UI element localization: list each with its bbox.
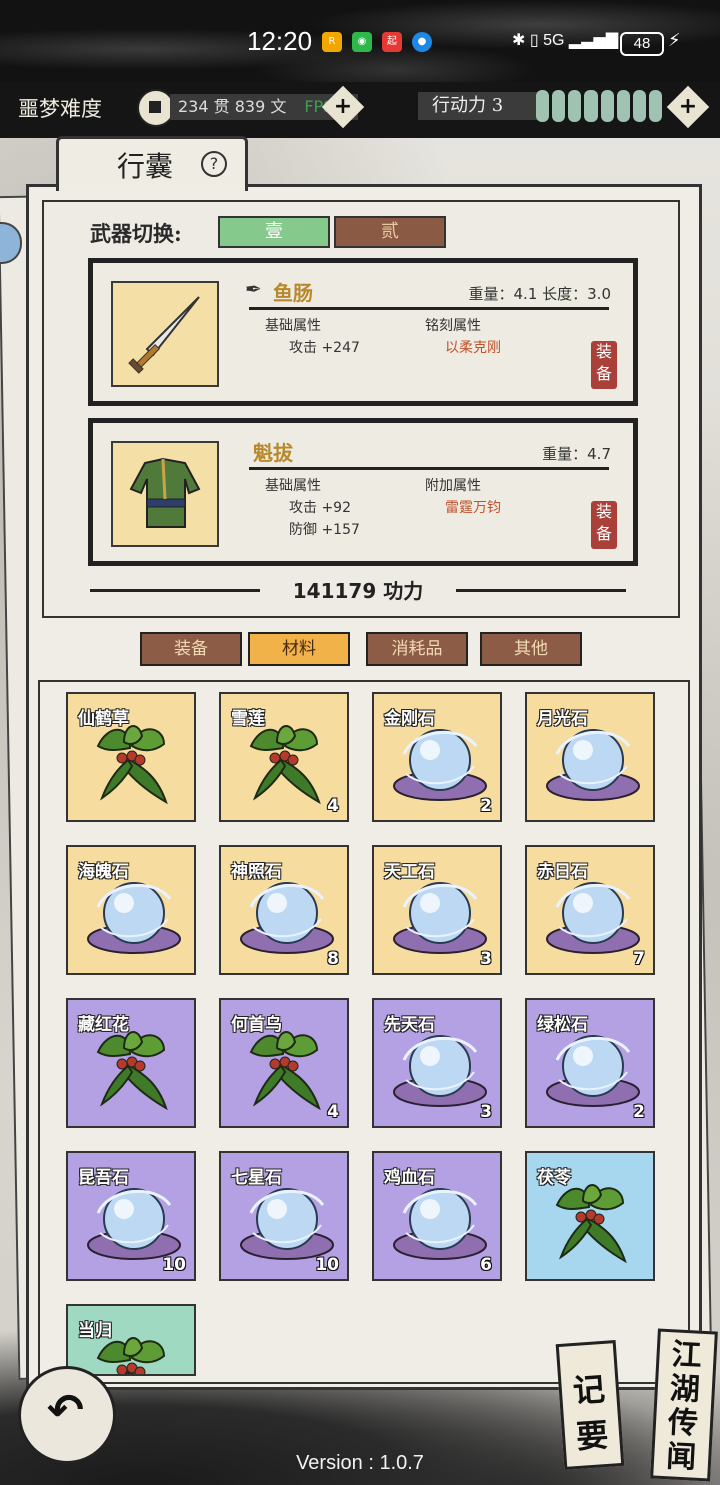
base-attr-label: 基础属性: [265, 478, 321, 494]
base-attr-label: 基础属性: [265, 318, 321, 334]
divider: [249, 467, 609, 470]
item-quantity: 4: [327, 796, 339, 816]
power-total: 141179 功力: [60, 575, 656, 604]
item-quantity: 6: [480, 1255, 492, 1275]
armor-name: 魁拔: [253, 441, 293, 465]
item-name: 七星石: [231, 1168, 282, 1188]
weapon-switch-label: 武器切换:: [90, 221, 182, 246]
notes-button[interactable]: 记要: [555, 1340, 625, 1470]
armor-defense: 防御 +157: [289, 522, 360, 538]
brush-icon: ✒: [245, 277, 262, 301]
tab-others[interactable]: 其他: [480, 632, 582, 666]
app-notification-icon: R: [322, 32, 342, 52]
item-name: 当归: [78, 1321, 112, 1341]
item-slot[interactable]: 先天石 3: [372, 998, 502, 1128]
weapon-name: 鱼肠: [273, 281, 313, 305]
item-slot[interactable]: 金刚石 2: [372, 692, 502, 822]
item-name: 天工石: [384, 862, 435, 882]
engrave-attr-label: 铭刻属性: [425, 318, 481, 334]
panel-title-tab: 行囊 ?: [56, 136, 248, 191]
item-name: 金刚石: [384, 709, 435, 729]
back-arrow-icon: ↶: [47, 1385, 84, 1436]
item-name: 神照石: [231, 862, 282, 882]
tab-equipment[interactable]: 装备: [140, 632, 242, 666]
weapon-tab-2[interactable]: 贰: [334, 216, 446, 248]
page-title: 行囊: [117, 150, 174, 183]
engrave-attr-value: 以柔克刚: [445, 340, 501, 356]
item-quantity: 2: [480, 796, 492, 816]
charging-icon: ⚡: [668, 30, 681, 51]
reader-app-icon: 起: [382, 32, 402, 52]
equip-stamp: 装备: [591, 341, 617, 389]
equip-stamp: 装备: [591, 501, 617, 549]
weapon-card[interactable]: ✒ 鱼肠 重量：4.1 长度：3.0 基础属性 攻击 +247 铭刻属性 以柔克…: [88, 258, 638, 406]
tab-consumables[interactable]: 消耗品: [366, 632, 468, 666]
item-quantity: 8: [327, 949, 339, 969]
item-slot[interactable]: 赤日石 7: [525, 845, 655, 975]
tab-materials[interactable]: 材料: [248, 632, 350, 666]
item-name: 月光石: [537, 709, 588, 729]
status-time: 12:20: [247, 26, 313, 56]
browser-icon: ●: [412, 32, 432, 52]
battery-indicator: 48: [620, 32, 664, 56]
item-quantity: 10: [315, 1255, 339, 1275]
item-name: 昆吾石: [78, 1168, 129, 1188]
item-name: 先天石: [384, 1015, 435, 1035]
weapon-tab-1[interactable]: 壹: [218, 216, 330, 248]
item-slot[interactable]: 茯苓: [525, 1151, 655, 1281]
item-name: 雪莲: [231, 709, 265, 729]
difficulty-label: 噩梦难度: [18, 97, 102, 121]
item-quantity: 4: [327, 1102, 339, 1122]
item-slot[interactable]: 雪莲 4: [219, 692, 349, 822]
status-bar: 12:20 R ◉ 起 ● ✱ ▯ 5G ▂▃▅▇ 48 ⚡: [0, 0, 720, 82]
item-slot[interactable]: 仙鹤草: [66, 692, 196, 822]
item-slot[interactable]: 神照石 8: [219, 845, 349, 975]
item-slot[interactable]: 天工石 3: [372, 845, 502, 975]
item-name: 鸡血石: [384, 1168, 435, 1188]
item-slot[interactable]: 藏红花: [66, 998, 196, 1128]
add-action-points-button[interactable]: +: [666, 85, 710, 129]
robe-icon: [111, 441, 219, 547]
back-button[interactable]: ↶: [18, 1366, 116, 1464]
item-name: 仙鹤草: [78, 709, 129, 729]
armor-card[interactable]: 魁拔 重量：4.7 基础属性 攻击 +92 防御 +157 附加属性 雷霆万钧 …: [88, 418, 638, 566]
notes-label: 记要: [571, 1369, 610, 1456]
weapon-meta: 重量：4.1 长度：3.0: [468, 285, 611, 303]
action-points-bar: [536, 90, 662, 122]
armor-attack: 攻击 +92: [289, 500, 351, 516]
item-quantity: 2: [633, 1102, 645, 1122]
item-name: 海魄石: [78, 862, 129, 882]
weapon-attack: 攻击 +247: [289, 340, 360, 356]
item-slot[interactable]: 昆吾石 10: [66, 1151, 196, 1281]
item-name: 茯苓: [537, 1168, 571, 1188]
extra-attr-value: 雷霆万钧: [445, 500, 501, 516]
item-slot[interactable]: 七星石 10: [219, 1151, 349, 1281]
item-name: 何首乌: [231, 1015, 282, 1035]
item-slot[interactable]: 鸡血石 6: [372, 1151, 502, 1281]
item-slot[interactable]: 绿松石 2: [525, 998, 655, 1128]
divider: [249, 307, 609, 310]
action-points-label: 行动力 3: [418, 92, 542, 120]
extra-attr-label: 附加属性: [425, 478, 481, 494]
item-name: 绿松石: [537, 1015, 588, 1035]
rumors-label: 江湖传闻: [665, 1337, 703, 1476]
item-quantity: 3: [480, 949, 492, 969]
item-slot[interactable]: 海魄石: [66, 845, 196, 975]
wechat-icon: ◉: [352, 32, 372, 52]
add-money-button[interactable]: +: [321, 85, 365, 129]
item-quantity: 10: [162, 1255, 186, 1275]
armor-meta: 重量：4.7: [542, 445, 611, 463]
item-slot[interactable]: 何首乌 4: [219, 998, 349, 1128]
signal-icon: ✱ ▯ 5G ▂▃▅▇: [512, 32, 619, 49]
help-icon[interactable]: ?: [201, 151, 227, 177]
item-quantity: 3: [480, 1102, 492, 1122]
rumors-button[interactable]: 江湖传闻: [650, 1328, 718, 1482]
sword-icon: [111, 281, 219, 387]
item-name: 赤日石: [537, 862, 588, 882]
item-quantity: 7: [633, 949, 645, 969]
item-slot[interactable]: 当归: [66, 1304, 196, 1376]
item-name: 藏红花: [78, 1015, 129, 1035]
item-slot[interactable]: 月光石: [525, 692, 655, 822]
